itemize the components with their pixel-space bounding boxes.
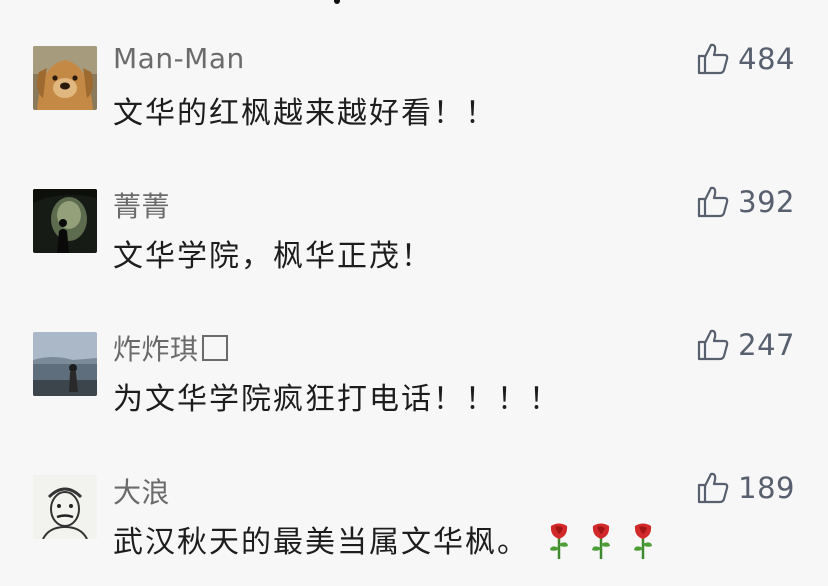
like-count: 484 bbox=[738, 42, 795, 76]
like-button[interactable]: 247 bbox=[696, 327, 795, 363]
like-button[interactable]: 392 bbox=[696, 184, 795, 220]
comment-author[interactable]: 菁菁 bbox=[113, 185, 170, 225]
unrendered-glyph-box-icon bbox=[201, 335, 228, 361]
like-button[interactable]: 189 bbox=[696, 470, 795, 506]
comment-author[interactable]: 大浪 bbox=[113, 471, 170, 511]
thumbs-up-icon bbox=[698, 329, 729, 361]
avatar[interactable] bbox=[33, 46, 97, 110]
avatar[interactable] bbox=[33, 189, 97, 253]
comment-text: 文华的红枫越来越好看！！ bbox=[113, 96, 497, 131]
comment-item: 大浪 武汉秋天的最美当属文华枫。 189 bbox=[0, 429, 828, 569]
comment-item: 炸炸琪 为文华学院疯狂打电话！！！！ 247 bbox=[0, 286, 828, 426]
comment-author-name: 炸炸琪 bbox=[113, 333, 199, 366]
rose-icon bbox=[550, 523, 568, 559]
rose-icon bbox=[634, 523, 652, 559]
thumbs-up-icon bbox=[698, 43, 729, 75]
comment-text: 武汉秋天的最美当属文华枫。 bbox=[113, 517, 655, 561]
avatar[interactable] bbox=[33, 475, 97, 539]
like-button[interactable]: 484 bbox=[696, 41, 795, 77]
comment-author[interactable]: 炸炸琪 bbox=[113, 328, 228, 368]
comment-text-content: 武汉秋天的最美当属文华枫。 bbox=[113, 525, 529, 560]
thumbs-up-icon bbox=[698, 186, 729, 218]
comment-item: Man-Man 文华的红枫越来越好看！！ 484 bbox=[0, 0, 828, 140]
comment-text: 为文华学院疯狂打电话！！！！ bbox=[113, 382, 561, 417]
cave-silhouette-avatar-icon bbox=[33, 189, 97, 253]
sketched-face-avatar-icon bbox=[33, 475, 97, 539]
thumbs-up-icon bbox=[698, 472, 729, 504]
rose-icon bbox=[592, 523, 610, 559]
like-count: 189 bbox=[738, 471, 795, 505]
like-count: 392 bbox=[738, 185, 795, 219]
comment-item: 菁菁 文华学院，枫华正茂！ 392 bbox=[0, 143, 828, 283]
comment-text: 文华学院，枫华正茂！ bbox=[113, 239, 433, 274]
comment-author[interactable]: Man-Man bbox=[113, 42, 245, 75]
lakeside-person-avatar-icon bbox=[33, 332, 97, 396]
avatar[interactable] bbox=[33, 332, 97, 396]
like-count: 247 bbox=[738, 328, 795, 362]
golden-dog-avatar-icon bbox=[33, 46, 97, 110]
